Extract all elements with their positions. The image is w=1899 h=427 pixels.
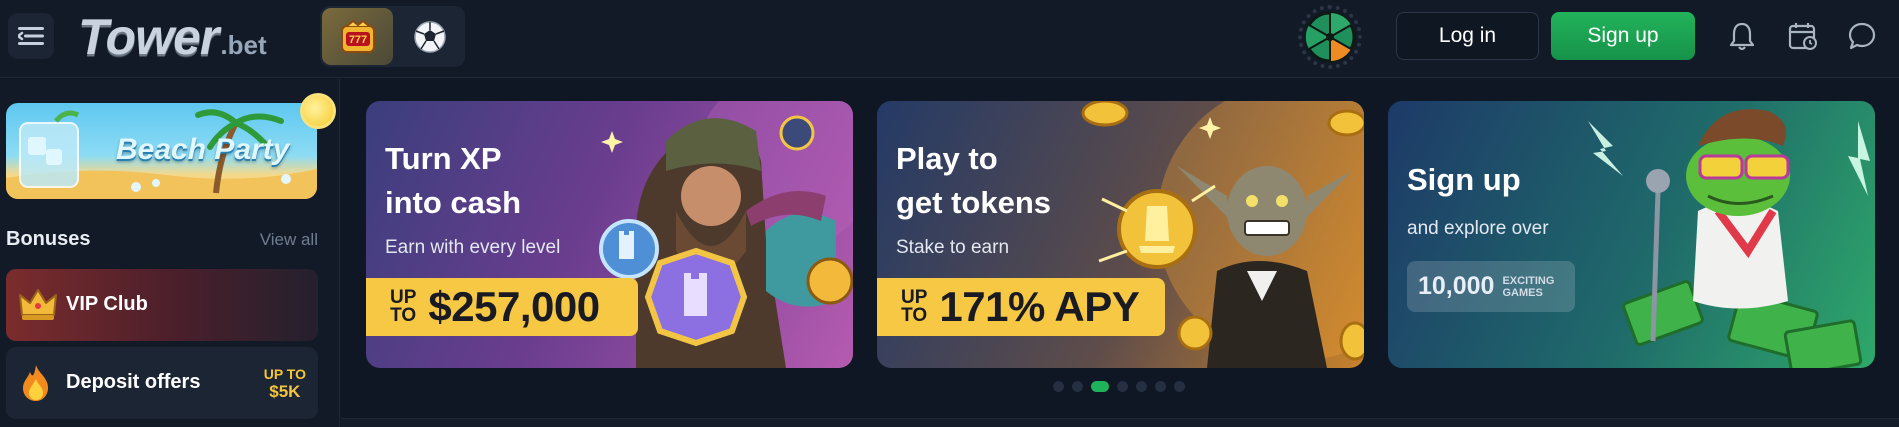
svg-text:777: 777	[348, 34, 366, 46]
deposit-value: $5K	[269, 382, 301, 401]
banner-xp-amount: UP TO $257,000	[366, 278, 638, 336]
login-button[interactable]: Log in	[1396, 12, 1539, 60]
deposit-offers-label: Deposit offers	[66, 371, 201, 393]
carousel-dot[interactable]	[1155, 381, 1166, 392]
promo-banner-xp[interactable]: Turn XP into cash Earn with every level …	[366, 101, 853, 368]
menu-button[interactable]	[8, 13, 54, 59]
calendar-icon	[1788, 23, 1817, 50]
soccer-ball-icon	[413, 20, 446, 53]
pill-to-text: TO	[390, 305, 417, 326]
menu-icon	[18, 27, 44, 45]
casino-mode-button[interactable]: 777	[322, 8, 393, 65]
view-all-link[interactable]: View all	[260, 230, 318, 250]
vip-club-label: VIP Club	[66, 293, 148, 315]
logo[interactable]: Tower .bet	[78, 12, 267, 62]
beach-party-promo[interactable]: Beach Party	[6, 103, 317, 199]
sidebar: Beach Party Bonuses View all VIP Club De…	[0, 79, 340, 427]
calendar-button[interactable]	[1786, 18, 1820, 54]
games-count: 10,000	[1418, 272, 1495, 300]
carousel-dot[interactable]	[1136, 381, 1147, 392]
banner-xp-title-line1: Turn XP	[385, 141, 502, 176]
games-label: EXCITING GAMES	[1502, 275, 1554, 299]
banner-tokens-subtitle: Stake to earn	[896, 237, 1010, 258]
games-label-line1: EXCITING	[1502, 274, 1555, 287]
chat-button[interactable]	[1845, 18, 1879, 54]
mode-switch: 777	[320, 6, 465, 67]
promo-banner-signup[interactable]: Sign up and explore over 10,000 EXCITING…	[1388, 101, 1875, 368]
games-label-line2: GAMES	[1502, 286, 1543, 299]
pill-to-text: TO	[901, 305, 928, 326]
promo-title: Beach Party	[116, 133, 290, 166]
fortune-wheel-icon	[1304, 11, 1356, 63]
banner-signup-title: Sign up	[1407, 162, 1521, 197]
banner-xp-subtitle: Earn with every level	[385, 237, 561, 258]
crown-icon	[19, 289, 57, 320]
banner-tokens-title-line2: get tokens	[896, 185, 1052, 220]
promo-banner-tokens[interactable]: Play to get tokens Stake to earn UP TO 1…	[877, 101, 1364, 368]
banner-tokens-amount: UP TO 171% APY	[877, 278, 1165, 336]
casino-slot-icon: 777	[340, 19, 375, 53]
pill-upto: UP TO	[901, 288, 928, 326]
deposit-offers-card[interactable]: Deposit offers UP TO $5K	[6, 347, 318, 419]
games-count-box: 10,000 EXCITING GAMES	[1407, 261, 1575, 312]
banner-signup-subtitle: and explore over	[1407, 218, 1549, 239]
deposit-amount: UP TO $5K	[264, 365, 306, 401]
top-header: Tower .bet 777 Log in Sign up	[0, 0, 1899, 78]
vip-club-card[interactable]: VIP Club	[6, 269, 318, 341]
lemon-decoration	[300, 93, 336, 129]
banner-xp-title: Turn XP into cash	[385, 137, 521, 225]
pill-value: $257,000	[428, 283, 600, 330]
notifications-button[interactable]	[1725, 18, 1759, 54]
carousel-dot[interactable]	[1053, 381, 1064, 392]
carousel-dot[interactable]	[1072, 381, 1083, 392]
banner-xp-title-line2: into cash	[385, 185, 522, 220]
sports-mode-button[interactable]	[396, 8, 463, 65]
logo-domain-text: .bet	[220, 30, 267, 60]
bell-icon	[1729, 22, 1755, 51]
signup-button[interactable]: Sign up	[1551, 12, 1695, 60]
banner-tokens-title: Play to get tokens	[896, 137, 1051, 225]
deposit-upto: UP TO	[263, 366, 306, 382]
fire-icon	[23, 365, 48, 401]
fortune-wheel-button[interactable]	[1298, 5, 1362, 69]
carousel-dot[interactable]	[1117, 381, 1128, 392]
pill-value: 171% APY	[939, 283, 1140, 330]
bonuses-title: Bonuses	[6, 228, 91, 250]
carousel-dot[interactable]	[1174, 381, 1185, 392]
content-section-edge	[341, 418, 1899, 427]
carousel-pagination	[1053, 381, 1185, 392]
carousel-dot-active[interactable]	[1091, 381, 1109, 392]
pill-upto: UP TO	[390, 288, 417, 326]
chat-icon	[1848, 22, 1876, 50]
banner-tokens-title-line1: Play to	[896, 141, 998, 176]
logo-main-text: Tower	[78, 9, 219, 65]
bonuses-header: Bonuses View all	[6, 228, 318, 251]
